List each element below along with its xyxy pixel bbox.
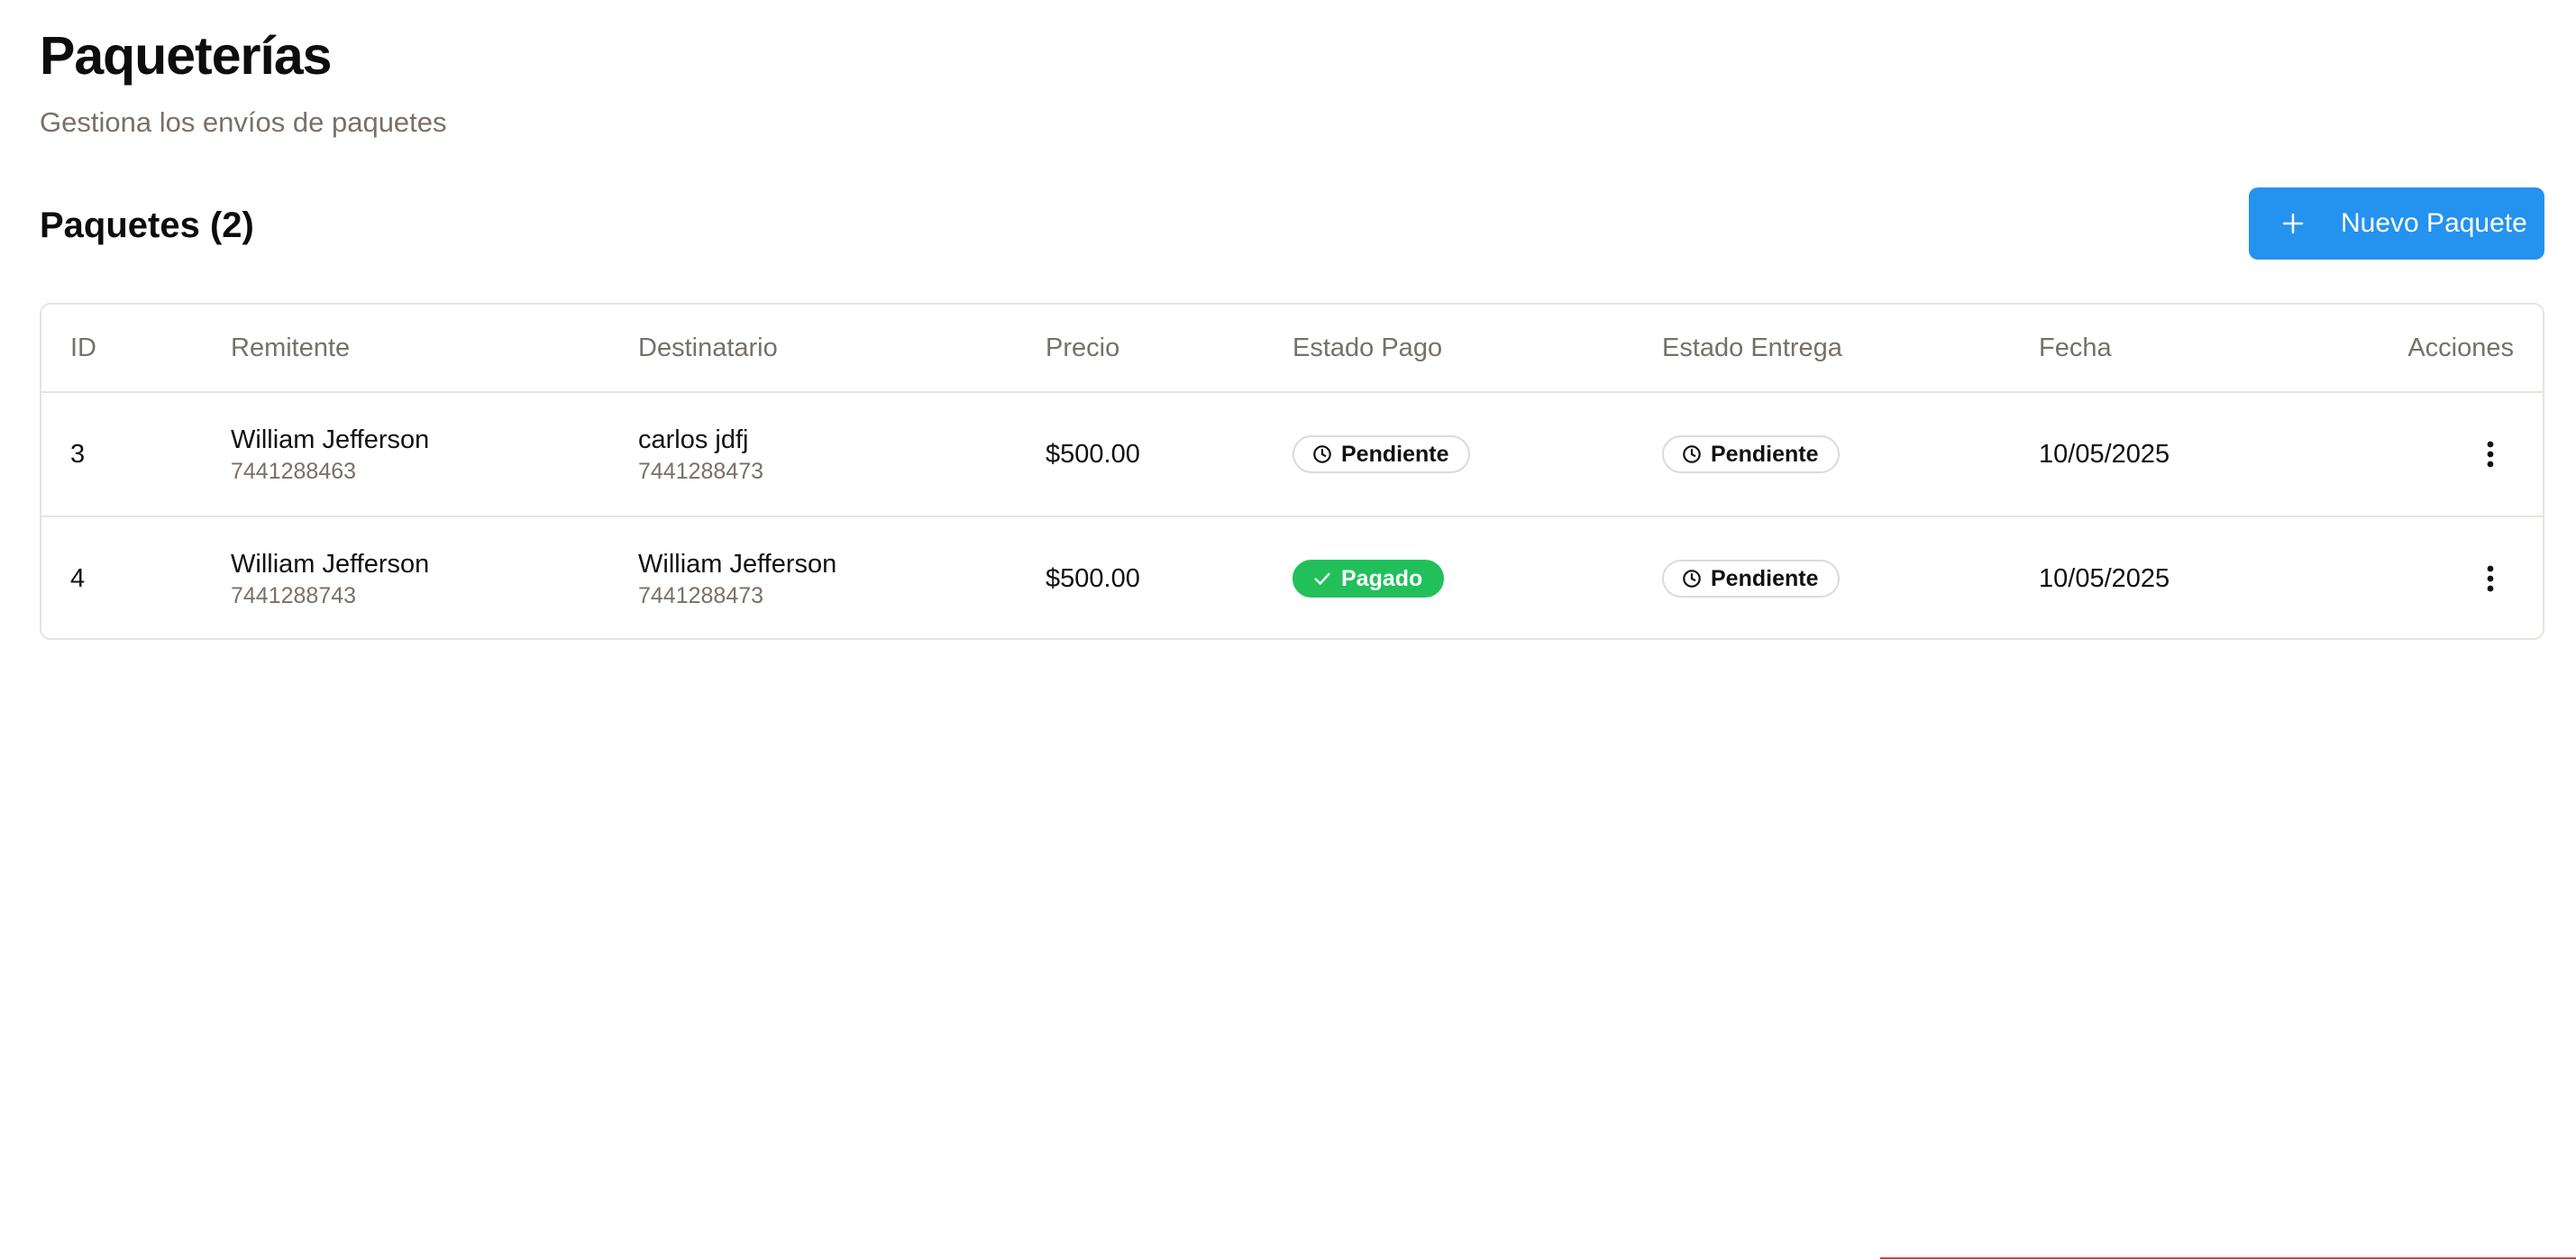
delivery-status-label: Pendiente xyxy=(1711,565,1819,591)
payment-status-label: Pagado xyxy=(1341,565,1423,591)
bottom-edge-divider xyxy=(1880,1257,2576,1259)
recipient-phone: 7441288473 xyxy=(638,459,764,484)
column-header-payment-status: Estado Pago xyxy=(1293,305,1662,393)
cell-payment-status: Pagado xyxy=(1293,516,1662,638)
table-row[interactable]: 3 William Jefferson 7441288463 carlos jd… xyxy=(41,392,2543,516)
packages-table-card: ID Remitente Destinatario Precio Estado … xyxy=(40,303,2544,640)
row-actions-button[interactable] xyxy=(2471,559,2510,598)
section-title: Paquetes (2) xyxy=(40,205,254,245)
delivery-status-badge: Pendiente xyxy=(1662,435,1841,473)
sender-name: William Jefferson xyxy=(231,425,430,454)
cell-delivery-status: Pendiente xyxy=(1662,516,2039,638)
column-header-sender: Remitente xyxy=(231,305,638,393)
more-vertical-icon xyxy=(2487,441,2494,467)
cell-id: 4 xyxy=(41,516,231,638)
page-subtitle: Gestiona los envíos de paquetes xyxy=(40,106,447,138)
sender-name: William Jefferson xyxy=(231,550,430,579)
payment-status-badge: Pendiente xyxy=(1293,435,1471,473)
plus-icon xyxy=(2282,213,2304,234)
cell-id: 3 xyxy=(70,439,86,469)
cell-date: 10/05/2025 xyxy=(2039,516,2363,638)
cell-payment-status: Pendiente xyxy=(1293,392,1662,516)
sender-phone: 7441288463 xyxy=(231,459,357,484)
column-header-id: ID xyxy=(41,305,231,393)
table-header-row: ID Remitente Destinatario Precio Estado … xyxy=(41,305,2543,393)
clock-icon xyxy=(1683,570,1701,588)
new-package-button-label: Nuevo Paquete xyxy=(2341,208,2527,238)
recipient-name: William Jefferson xyxy=(638,550,837,579)
recipient-phone: 7441288473 xyxy=(638,583,764,608)
clock-icon xyxy=(1683,445,1701,463)
cell-sender: William Jefferson 7441288743 xyxy=(231,516,638,638)
column-header-actions: Acciones xyxy=(2363,305,2543,393)
more-vertical-icon xyxy=(2487,565,2494,591)
cell-actions xyxy=(2363,516,2543,638)
payment-status-badge: Pagado xyxy=(1293,560,1445,598)
new-package-button[interactable]: Nuevo Paquete xyxy=(2249,187,2544,260)
delivery-status-label: Pendiente xyxy=(1711,441,1819,467)
cell-price: $500.00 xyxy=(1046,439,1140,469)
delivery-status-badge: Pendiente xyxy=(1662,560,1841,598)
table-row[interactable]: 4 William Jefferson 7441288743 William J… xyxy=(41,516,2543,638)
column-header-date: Fecha xyxy=(2039,305,2363,393)
packages-table: ID Remitente Destinatario Precio Estado … xyxy=(41,305,2543,638)
column-header-price: Precio xyxy=(1046,305,1293,393)
column-header-recipient: Destinatario xyxy=(638,305,1046,393)
clock-icon xyxy=(1313,445,1331,463)
cell-sender: William Jefferson 7441288463 xyxy=(231,392,638,516)
row-actions-button[interactable] xyxy=(2471,434,2510,474)
cell-date: 10/05/2025 xyxy=(2039,439,2170,469)
cell-actions xyxy=(2363,392,2543,516)
page-title: Paqueterías xyxy=(40,26,332,86)
cell-recipient: carlos jdfj 7441288473 xyxy=(638,392,1046,516)
cell-price: $500.00 xyxy=(1046,516,1293,638)
sender-phone: 7441288743 xyxy=(231,583,357,608)
payment-status-label: Pendiente xyxy=(1341,441,1449,467)
column-header-delivery-status: Estado Entrega xyxy=(1662,305,2039,393)
cell-delivery-status: Pendiente xyxy=(1662,392,2039,516)
check-icon xyxy=(1314,572,1330,585)
recipient-name: carlos jdfj xyxy=(638,425,749,454)
cell-recipient: William Jefferson 7441288473 xyxy=(638,516,1046,638)
